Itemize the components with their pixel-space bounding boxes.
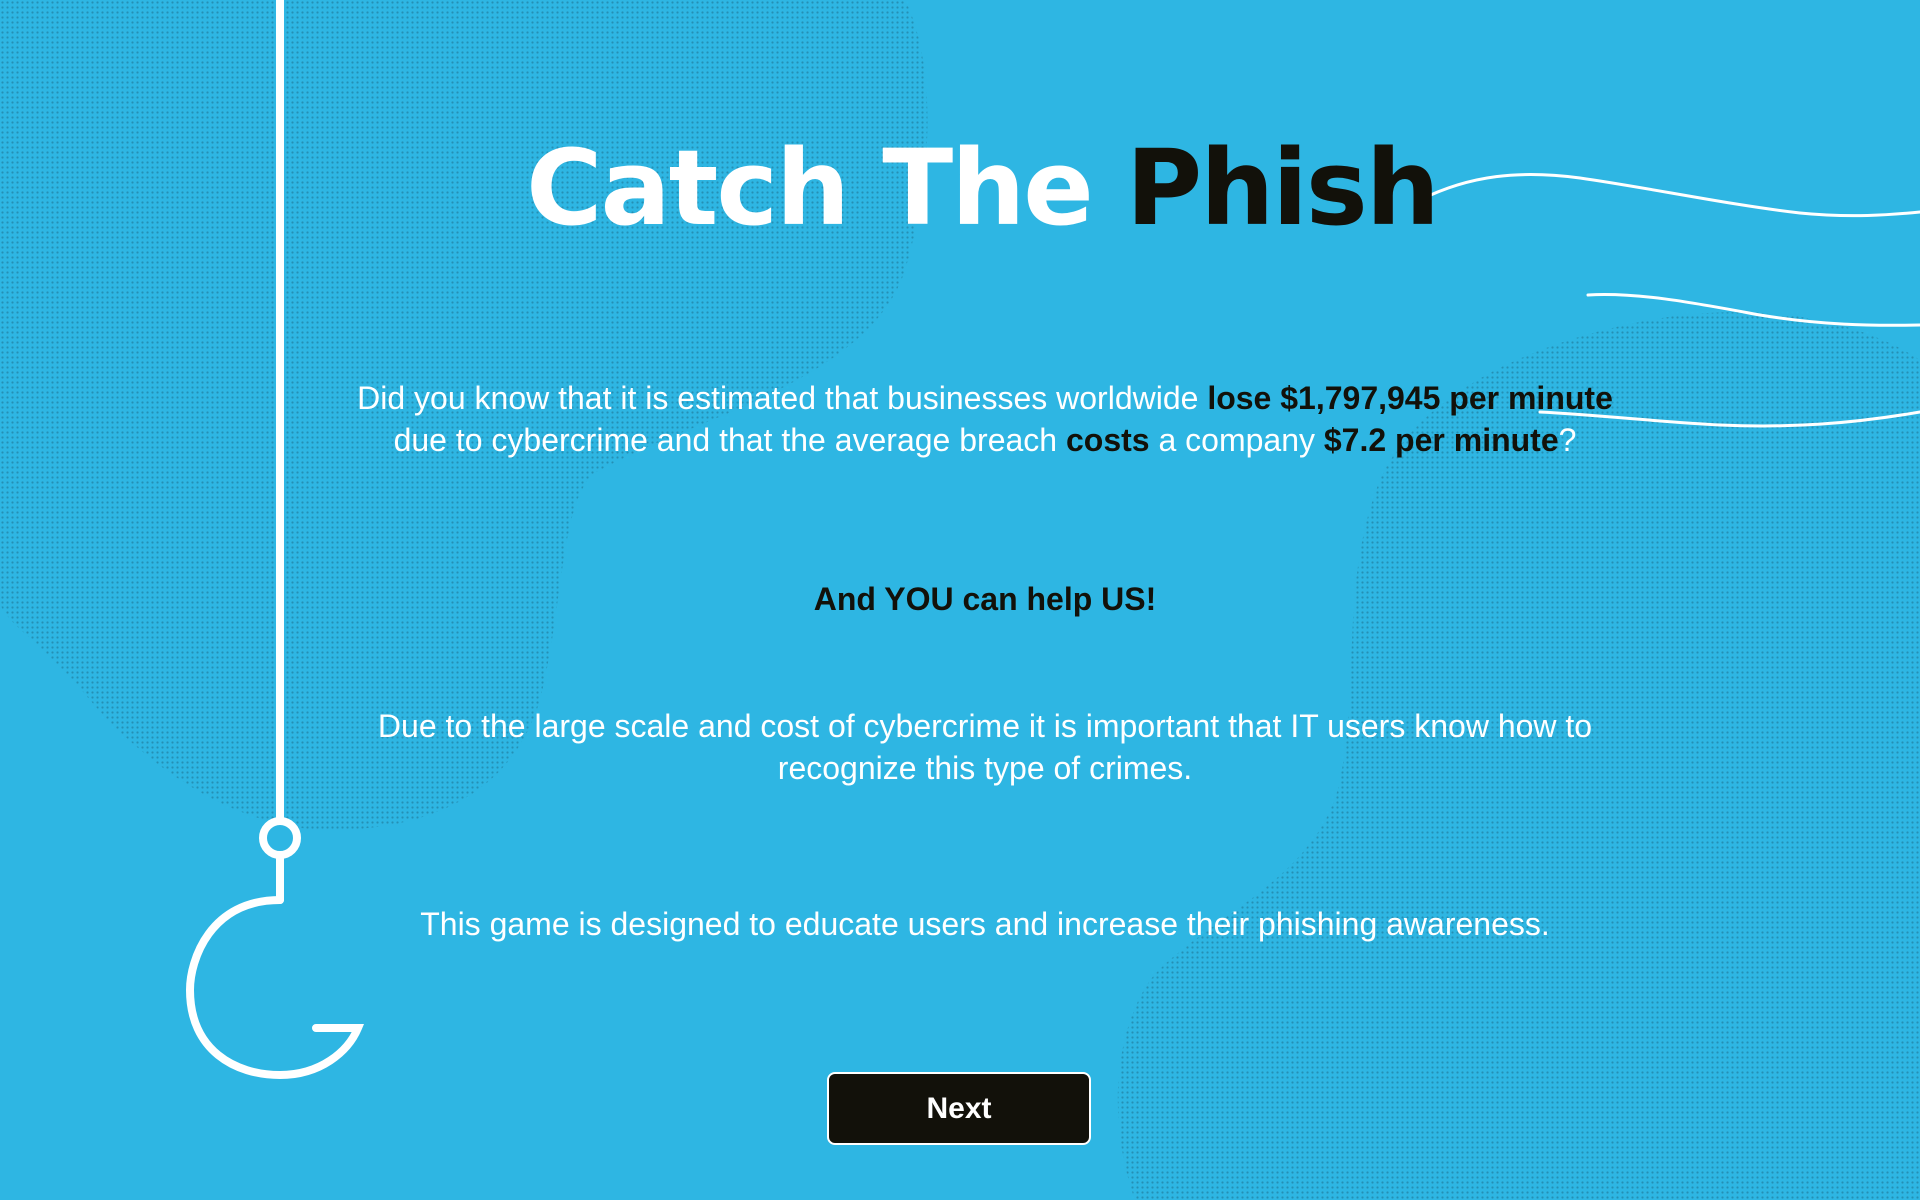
intro-text-4: ? (1558, 422, 1577, 458)
title-part-catch-the: Catch The (526, 127, 1094, 249)
help-heading: And YOU can help US! (813, 581, 1157, 617)
intro-bold-costs: costs (1065, 422, 1150, 458)
next-button[interactable]: Next (827, 1072, 1091, 1145)
game-title: Catch The Phish (0, 128, 1920, 248)
intro-text-1: Did you know that it is estimated that b… (357, 380, 1208, 416)
scale-paragraph: Due to the large scale and cost of cyber… (377, 708, 1593, 786)
intro-text-2: due to cybercrime and that the average b… (393, 422, 1066, 458)
intro-paragraph: Did you know that it is estimated that b… (350, 377, 1620, 461)
intro-text-3: a company (1149, 422, 1324, 458)
title-part-phish: Phish (1126, 127, 1440, 249)
intro-bold-amount: $7.2 per minute (1323, 422, 1559, 458)
purpose-paragraph: This game is designed to educate users a… (420, 906, 1550, 942)
intro-bold-loss: lose $1,797,945 per minute (1207, 380, 1613, 416)
